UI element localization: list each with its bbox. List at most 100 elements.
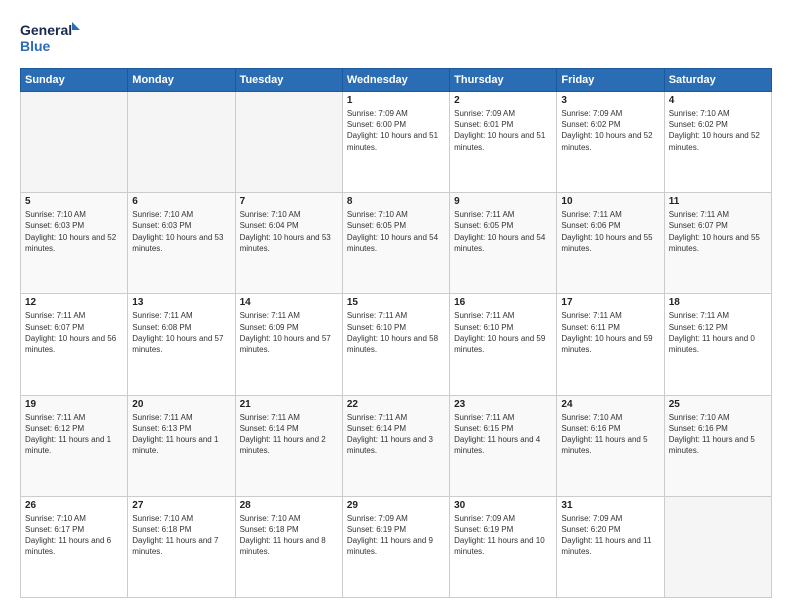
logo: General Blue xyxy=(20,18,80,58)
day-number: 8 xyxy=(347,196,445,207)
calendar-week-row: 5 Sunrise: 7:10 AMSunset: 6:03 PMDaylight… xyxy=(21,193,772,294)
day-info: Sunrise: 7:10 AMSunset: 6:05 PMDaylight:… xyxy=(347,209,445,254)
calendar-day-cell: 25Sunrise: 7:10 AMSunset: 6:16 PMDayligh… xyxy=(664,395,771,496)
calendar-day-cell: 21 Sunrise: 7:11 AMSunset: 6:14 PMDayligh… xyxy=(235,395,342,496)
day-number: 13 xyxy=(132,297,230,308)
calendar-day-cell: 30 Sunrise: 7:09 AMSunset: 6:19 PMDayligh… xyxy=(450,496,557,597)
day-number: 11 xyxy=(669,196,767,207)
day-info: Sunrise: 7:10 AMSunset: 6:04 PMDaylight:… xyxy=(240,209,338,254)
day-number: 7 xyxy=(240,196,338,207)
calendar-day-cell: 29 Sunrise: 7:09 AMSunset: 6:19 PMDayligh… xyxy=(342,496,449,597)
day-info: Sunrise: 7:09 AMSunset: 6:01 PMDaylight:… xyxy=(454,108,552,153)
day-number: 1 xyxy=(347,95,445,106)
day-info: Sunrise: 7:10 AMSunset: 6:16 PMDaylight:… xyxy=(561,412,659,457)
calendar-day-cell: 17 Sunrise: 7:11 AMSunset: 6:11 PMDayligh… xyxy=(557,294,664,395)
calendar-day-header: Friday xyxy=(557,69,664,92)
day-number: 6 xyxy=(132,196,230,207)
calendar-day-cell: 14 Sunrise: 7:11 AMSunset: 6:09 PMDayligh… xyxy=(235,294,342,395)
day-info: Sunrise: 7:09 AMSunset: 6:02 PMDaylight:… xyxy=(561,108,659,153)
day-number: 2 xyxy=(454,95,552,106)
day-number: 26 xyxy=(25,500,123,511)
day-number: 27 xyxy=(132,500,230,511)
day-info: Sunrise: 7:11 AMSunset: 6:15 PMDaylight:… xyxy=(454,412,552,457)
calendar-day-cell: 7 Sunrise: 7:10 AMSunset: 6:04 PMDaylight… xyxy=(235,193,342,294)
calendar-day-cell xyxy=(664,496,771,597)
calendar-day-cell: 4 Sunrise: 7:10 AMSunset: 6:02 PMDaylight… xyxy=(664,92,771,193)
calendar-week-row: 19Sunrise: 7:11 AMSunset: 6:12 PMDayligh… xyxy=(21,395,772,496)
calendar-day-cell: 20Sunrise: 7:11 AMSunset: 6:13 PMDayligh… xyxy=(128,395,235,496)
day-info: Sunrise: 7:10 AMSunset: 6:03 PMDaylight:… xyxy=(25,209,123,254)
calendar-day-cell: 27 Sunrise: 7:10 AMSunset: 6:18 PMDayligh… xyxy=(128,496,235,597)
calendar-day-cell: 9 Sunrise: 7:11 AMSunset: 6:05 PMDaylight… xyxy=(450,193,557,294)
calendar-day-cell: 12 Sunrise: 7:11 AMSunset: 6:07 PMDayligh… xyxy=(21,294,128,395)
day-number: 23 xyxy=(454,399,552,410)
day-number: 25 xyxy=(669,399,767,410)
calendar-day-cell: 5 Sunrise: 7:10 AMSunset: 6:03 PMDaylight… xyxy=(21,193,128,294)
calendar-day-header: Thursday xyxy=(450,69,557,92)
day-info: Sunrise: 7:11 AMSunset: 6:07 PMDaylight:… xyxy=(669,209,767,254)
calendar-week-row: 26 Sunrise: 7:10 AMSunset: 6:17 PMDayligh… xyxy=(21,496,772,597)
day-number: 14 xyxy=(240,297,338,308)
day-number: 29 xyxy=(347,500,445,511)
calendar-day-cell: 10 Sunrise: 7:11 AMSunset: 6:06 PMDayligh… xyxy=(557,193,664,294)
day-number: 21 xyxy=(240,399,338,410)
calendar-table: SundayMondayTuesdayWednesdayThursdayFrid… xyxy=(20,68,772,598)
calendar-day-cell: 13 Sunrise: 7:11 AMSunset: 6:08 PMDayligh… xyxy=(128,294,235,395)
calendar-day-cell: 19Sunrise: 7:11 AMSunset: 6:12 PMDayligh… xyxy=(21,395,128,496)
day-info: Sunrise: 7:09 AMSunset: 6:00 PMDaylight:… xyxy=(347,108,445,153)
day-number: 24 xyxy=(561,399,659,410)
calendar-day-cell: 11 Sunrise: 7:11 AMSunset: 6:07 PMDayligh… xyxy=(664,193,771,294)
day-info: Sunrise: 7:11 AMSunset: 6:09 PMDaylight:… xyxy=(240,310,338,355)
day-info: Sunrise: 7:11 AMSunset: 6:05 PMDaylight:… xyxy=(454,209,552,254)
day-number: 31 xyxy=(561,500,659,511)
header: General Blue xyxy=(20,18,772,58)
calendar-day-header: Wednesday xyxy=(342,69,449,92)
svg-text:Blue: Blue xyxy=(20,38,51,54)
day-number: 28 xyxy=(240,500,338,511)
day-info: Sunrise: 7:11 AMSunset: 6:11 PMDaylight:… xyxy=(561,310,659,355)
calendar-day-cell: 16 Sunrise: 7:11 AMSunset: 6:10 PMDayligh… xyxy=(450,294,557,395)
calendar-day-cell: 31 Sunrise: 7:09 AMSunset: 6:20 PMDayligh… xyxy=(557,496,664,597)
calendar-day-cell xyxy=(235,92,342,193)
day-info: Sunrise: 7:11 AMSunset: 6:07 PMDaylight:… xyxy=(25,310,123,355)
calendar-day-cell xyxy=(21,92,128,193)
calendar-week-row: 12 Sunrise: 7:11 AMSunset: 6:07 PMDayligh… xyxy=(21,294,772,395)
day-number: 17 xyxy=(561,297,659,308)
calendar-day-cell: 2 Sunrise: 7:09 AMSunset: 6:01 PMDaylight… xyxy=(450,92,557,193)
calendar-day-cell: 1 Sunrise: 7:09 AMSunset: 6:00 PMDaylight… xyxy=(342,92,449,193)
calendar-day-cell xyxy=(128,92,235,193)
svg-text:General: General xyxy=(20,22,72,38)
calendar-day-cell: 24 Sunrise: 7:10 AMSunset: 6:16 PMDayligh… xyxy=(557,395,664,496)
day-number: 10 xyxy=(561,196,659,207)
day-number: 5 xyxy=(25,196,123,207)
day-info: Sunrise: 7:11 AMSunset: 6:06 PMDaylight:… xyxy=(561,209,659,254)
day-info: Sunrise: 7:09 AMSunset: 6:19 PMDaylight:… xyxy=(454,513,552,558)
day-info: Sunrise: 7:10 AMSunset: 6:17 PMDaylight:… xyxy=(25,513,123,558)
day-info: Sunrise: 7:11 AMSunset: 6:08 PMDaylight:… xyxy=(132,310,230,355)
calendar-day-header: Tuesday xyxy=(235,69,342,92)
day-info: Sunrise: 7:10 AMSunset: 6:18 PMDaylight:… xyxy=(132,513,230,558)
day-info: Sunrise: 7:11 AMSunset: 6:12 PMDaylight:… xyxy=(25,412,123,457)
day-info: Sunrise: 7:09 AMSunset: 6:19 PMDaylight:… xyxy=(347,513,445,558)
day-number: 12 xyxy=(25,297,123,308)
day-info: Sunrise: 7:11 AMSunset: 6:10 PMDaylight:… xyxy=(454,310,552,355)
day-info: Sunrise: 7:10 AMSunset: 6:02 PMDaylight:… xyxy=(669,108,767,153)
day-number: 18 xyxy=(669,297,767,308)
calendar-day-cell: 15Sunrise: 7:11 AMSunset: 6:10 PMDayligh… xyxy=(342,294,449,395)
day-number: 30 xyxy=(454,500,552,511)
day-info: Sunrise: 7:10 AMSunset: 6:03 PMDaylight:… xyxy=(132,209,230,254)
calendar-day-cell: 3Sunrise: 7:09 AMSunset: 6:02 PMDaylight… xyxy=(557,92,664,193)
calendar-day-cell: 18 Sunrise: 7:11 AMSunset: 6:12 PMDayligh… xyxy=(664,294,771,395)
day-number: 16 xyxy=(454,297,552,308)
day-info: Sunrise: 7:11 AMSunset: 6:14 PMDaylight:… xyxy=(240,412,338,457)
calendar-week-row: 1 Sunrise: 7:09 AMSunset: 6:00 PMDaylight… xyxy=(21,92,772,193)
calendar-day-cell: 8 Sunrise: 7:10 AMSunset: 6:05 PMDaylight… xyxy=(342,193,449,294)
day-number: 9 xyxy=(454,196,552,207)
day-info: Sunrise: 7:09 AMSunset: 6:20 PMDaylight:… xyxy=(561,513,659,558)
calendar-day-cell: 26 Sunrise: 7:10 AMSunset: 6:17 PMDayligh… xyxy=(21,496,128,597)
day-info: Sunrise: 7:11 AMSunset: 6:10 PMDaylight:… xyxy=(347,310,445,355)
day-number: 4 xyxy=(669,95,767,106)
calendar-day-header: Saturday xyxy=(664,69,771,92)
day-info: Sunrise: 7:11 AMSunset: 6:12 PMDaylight:… xyxy=(669,310,767,355)
calendar-day-header: Monday xyxy=(128,69,235,92)
